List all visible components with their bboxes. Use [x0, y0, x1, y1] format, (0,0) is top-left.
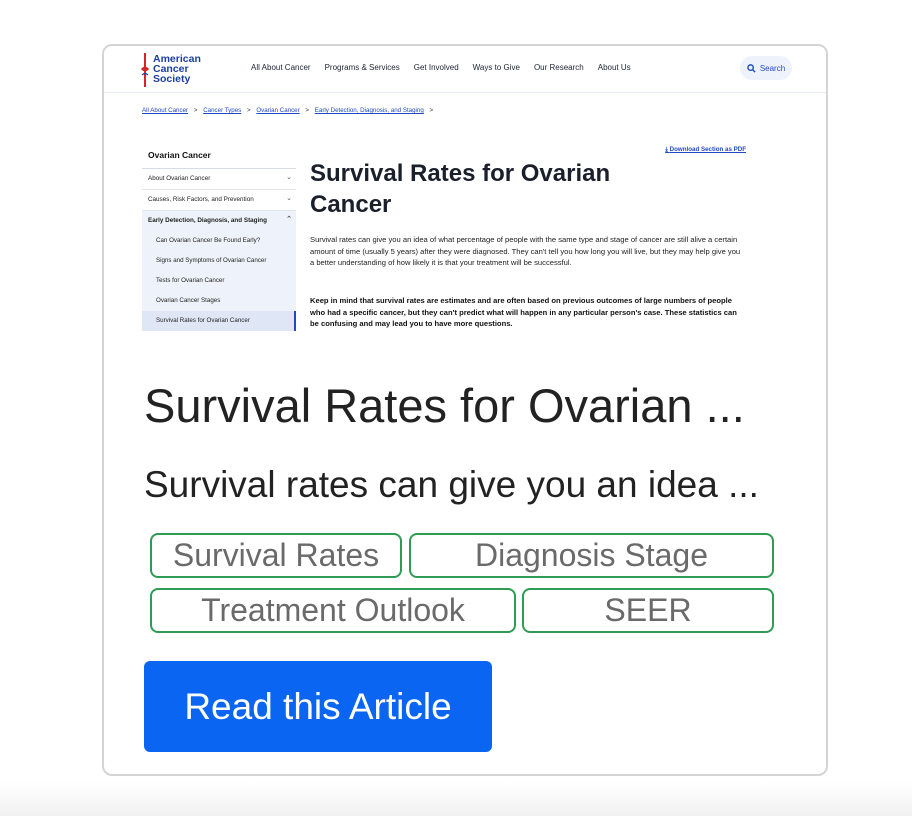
- sidebar-item-label: Causes, Risk Factors, and Prevention: [148, 196, 254, 203]
- tag-survival-rates[interactable]: Survival Rates: [150, 533, 402, 578]
- chevron-up-icon: ⌃: [286, 216, 292, 223]
- sidebar-subitem-survival-rates[interactable]: Survival Rates for Ovarian Cancer: [142, 311, 296, 331]
- sidebar-item-label: Early Detection, Diagnosis, and Staging: [148, 217, 267, 224]
- nav-programs-services[interactable]: Programs & Services: [325, 63, 400, 72]
- acs-logo[interactable]: American Cancer Society: [140, 53, 210, 87]
- search-icon: [746, 63, 756, 73]
- breadcrumb: All About Cancer > Cancer Types > Ovaria…: [142, 107, 437, 114]
- nav-ways-to-give[interactable]: Ways to Give: [473, 63, 520, 72]
- read-article-button[interactable]: Read this Article: [144, 661, 492, 752]
- card-headline: Survival Rates for Ovarian ...: [144, 379, 745, 432]
- sidebar-item-early-detection[interactable]: Early Detection, Diagnosis, and Staging …: [142, 211, 296, 231]
- breadcrumb-item-all-about-cancer[interactable]: All About Cancer: [142, 107, 188, 114]
- page: American Cancer Society All About Cancer…: [0, 0, 912, 816]
- search-label: Search: [759, 63, 786, 73]
- tag-treatment-outlook[interactable]: Treatment Outlook: [150, 588, 516, 633]
- torch-icon: [141, 53, 149, 87]
- article-paragraph: Survival rates can give you an idea of w…: [310, 235, 741, 267]
- search-button[interactable]: Search: [740, 56, 792, 80]
- article-screenshot-preview: American Cancer Society All About Cancer…: [104, 46, 826, 338]
- breadcrumb-item-ovarian-cancer[interactable]: Ovarian Cancer: [256, 107, 299, 114]
- sidebar-subitem-signs-symptoms[interactable]: Signs and Symptoms of Ovarian Cancer: [142, 251, 296, 271]
- bottom-shade: [0, 782, 912, 816]
- nav-about-us[interactable]: About Us: [598, 63, 631, 72]
- chevron-down-icon: ⌄: [286, 174, 292, 181]
- sidebar-item-about[interactable]: About Ovarian Cancer ⌄: [142, 169, 296, 190]
- breadcrumb-separator: >: [246, 107, 251, 114]
- chevron-down-icon: ⌄: [286, 195, 292, 202]
- nav-our-research[interactable]: Our Research: [534, 63, 584, 72]
- tag-diagnosis-stage[interactable]: Diagnosis Stage: [409, 533, 774, 578]
- article-title: Survival Rates for Ovarian Cancer: [310, 160, 611, 218]
- article-card: American Cancer Society All About Cancer…: [102, 44, 828, 776]
- site-header: American Cancer Society All About Cancer…: [104, 46, 826, 93]
- logo-line-3: Society: [153, 73, 191, 85]
- nav-all-about-cancer[interactable]: All About Cancer: [251, 63, 311, 72]
- sidebar-subitem-found-early[interactable]: Can Ovarian Cancer Be Found Early?: [142, 231, 296, 251]
- sidebar-title: Ovarian Cancer: [142, 150, 296, 169]
- download-pdf-link[interactable]: ⤓ Download Section as PDF: [665, 146, 746, 154]
- logo-wordmark: American Cancer Society: [153, 54, 201, 85]
- breadcrumb-separator: >: [193, 107, 198, 114]
- sidebar-item-causes[interactable]: Causes, Risk Factors, and Prevention ⌄: [142, 190, 296, 211]
- breadcrumb-item-cancer-types[interactable]: Cancer Types: [203, 107, 241, 114]
- nav-get-involved[interactable]: Get Involved: [414, 63, 459, 72]
- breadcrumb-item-early-detection[interactable]: Early Detection, Diagnosis, and Staging: [315, 107, 424, 114]
- breadcrumb-separator: >: [305, 107, 310, 114]
- download-label: Download Section as PDF: [669, 146, 746, 153]
- card-summary: Survival rates can give you an idea ...: [144, 464, 759, 505]
- breadcrumb-separator: >: [429, 107, 434, 114]
- sidebar-subitem-stages[interactable]: Ovarian Cancer Stages: [142, 291, 296, 311]
- sidebar-subitem-tests[interactable]: Tests for Ovarian Cancer: [142, 271, 296, 291]
- section-sidebar: Ovarian Cancer About Ovarian Cancer ⌄ Ca…: [142, 150, 296, 331]
- main-nav: All About Cancer Programs & Services Get…: [251, 63, 645, 72]
- sidebar-item-label: About Ovarian Cancer: [148, 175, 211, 182]
- article-paragraph-bold: Keep in mind that survival rates are est…: [310, 296, 737, 328]
- tag-seer[interactable]: SEER: [522, 588, 774, 633]
